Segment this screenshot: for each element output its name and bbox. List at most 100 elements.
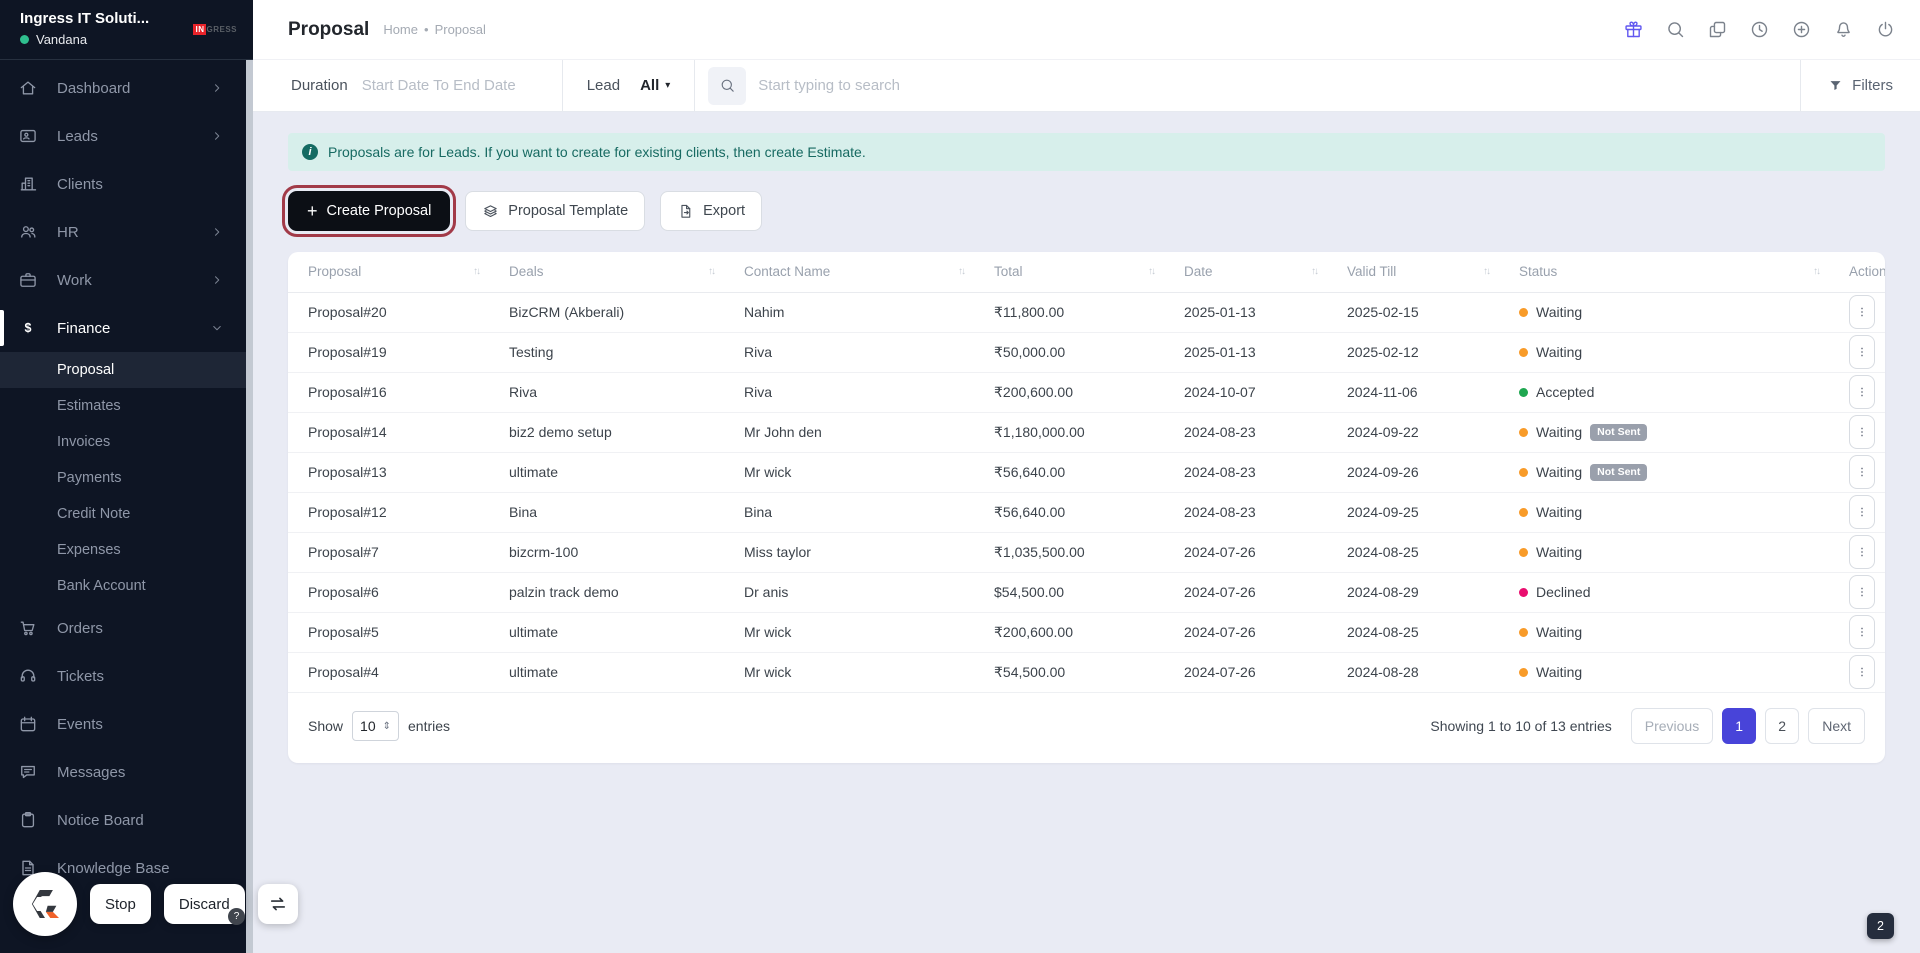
column-header-total[interactable]: Total ↑↓: [978, 252, 1168, 293]
chat-icon: [18, 762, 38, 782]
sidebar-item-dashboard[interactable]: Dashboard: [0, 64, 253, 112]
status-badge: Waiting: [1519, 504, 1819, 520]
sidebar-item-work[interactable]: Work: [0, 256, 253, 304]
previous-page-button[interactable]: Previous: [1630, 708, 1714, 744]
sidebar-item-tickets[interactable]: Tickets: [0, 652, 253, 700]
sort-icon[interactable]: ↑↓: [1483, 266, 1491, 277]
lead-dropdown[interactable]: All ▾: [640, 77, 670, 94]
filters-button[interactable]: Filters: [1800, 60, 1920, 111]
create-proposal-button[interactable]: + Create Proposal: [281, 185, 457, 237]
breadcrumb-home[interactable]: Home: [383, 22, 418, 37]
valid-till-cell: 2024-08-28: [1347, 664, 1419, 681]
swap-button[interactable]: [257, 884, 298, 924]
proposal-link[interactable]: Proposal#5: [308, 624, 379, 640]
sidebar-item-clients[interactable]: Clients: [0, 160, 253, 208]
row-actions-button[interactable]: [1849, 495, 1875, 529]
column-header-contact-name[interactable]: Contact Name ↑↓: [728, 252, 978, 293]
column-header-date[interactable]: Date ↑↓: [1168, 252, 1331, 293]
proposal-template-button[interactable]: Proposal Template: [465, 191, 646, 231]
sidebar-subitem-credit-note[interactable]: Credit Note: [0, 496, 253, 532]
sidebar-subitem-label: Invoices: [57, 434, 111, 450]
proposal-link[interactable]: Proposal#6: [308, 584, 379, 600]
sidebar-subitem-bank-account[interactable]: Bank Account: [0, 568, 253, 604]
contact-name-cell: Dr anis: [728, 572, 978, 613]
column-header-valid-till[interactable]: Valid Till ↑↓: [1331, 252, 1503, 293]
row-actions-button[interactable]: [1849, 535, 1875, 569]
date-cell: 2024-08-23: [1168, 452, 1331, 493]
bizcrm-logo[interactable]: [13, 872, 77, 936]
stop-button[interactable]: Stop: [90, 884, 151, 924]
entries-label: entries: [408, 718, 451, 734]
sidebar-subitem-expenses[interactable]: Expenses: [0, 532, 253, 568]
proposal-link[interactable]: Proposal#19: [308, 344, 387, 360]
bell-icon[interactable]: [1833, 19, 1854, 40]
user-name: Vandana: [36, 32, 88, 47]
row-actions-button[interactable]: [1849, 335, 1875, 369]
page-title: Proposal: [288, 18, 370, 40]
sidebar-item-orders[interactable]: Orders: [0, 604, 253, 652]
duration-range-input[interactable]: [361, 77, 562, 94]
gift-icon[interactable]: [1623, 19, 1644, 40]
proposal-link[interactable]: Proposal#4: [308, 664, 379, 680]
proposal-link[interactable]: Proposal#20: [308, 304, 387, 320]
breadcrumb: Home • Proposal: [383, 22, 486, 37]
sidebar-subitem-estimates[interactable]: Estimates: [0, 388, 253, 424]
sidebar-subitem-proposal[interactable]: Proposal: [0, 352, 253, 388]
column-header-status[interactable]: Status ↑↓: [1503, 252, 1833, 293]
export-button[interactable]: Export: [660, 191, 763, 231]
column-header-proposal[interactable]: Proposal ↑↓: [288, 252, 493, 293]
row-actions-button[interactable]: [1849, 375, 1875, 409]
sort-icon[interactable]: ↑↓: [708, 266, 716, 277]
sidebar-item-notice-board[interactable]: Notice Board: [0, 796, 253, 844]
row-actions-button[interactable]: [1849, 615, 1875, 649]
sidebar-item-leads[interactable]: Leads: [0, 112, 253, 160]
valid-till-cell: 2024-08-25: [1331, 612, 1503, 653]
corner-count-badge[interactable]: 2: [1867, 913, 1894, 939]
page-button-1[interactable]: 1: [1722, 708, 1757, 744]
page-size-select[interactable]: 10 ⇕: [352, 711, 399, 741]
row-actions-button[interactable]: [1849, 295, 1875, 329]
contact-name-cell: Mr John den: [728, 412, 978, 453]
sort-icon[interactable]: ↑↓: [1148, 266, 1156, 277]
sidebar-item-label: Finance: [57, 319, 111, 337]
proposal-link[interactable]: Proposal#13: [308, 464, 387, 480]
column-header-deals[interactable]: Deals ↑↓: [493, 252, 728, 293]
clock-icon[interactable]: [1749, 19, 1770, 40]
table-row: Proposal#19 Testing Riva ₹50,000.00 2025-01-…: [288, 332, 1885, 373]
sidebar-subitem-invoices[interactable]: Invoices: [0, 424, 253, 460]
row-actions-button[interactable]: [1849, 415, 1875, 449]
row-actions-button[interactable]: [1849, 575, 1875, 609]
sidebar-scrollbar[interactable]: [246, 60, 253, 953]
kebab-menu-icon: [1855, 545, 1869, 559]
proposal-link[interactable]: Proposal#7: [308, 544, 379, 560]
help-badge[interactable]: ?: [228, 908, 245, 925]
row-actions-button[interactable]: [1849, 655, 1875, 690]
sidebar-item-events[interactable]: Events: [0, 700, 253, 748]
breadcrumb-current: Proposal: [434, 22, 486, 37]
page-button-2[interactable]: 2: [1765, 708, 1800, 744]
copy-icon[interactable]: [1707, 19, 1728, 40]
clipboard-icon: [18, 810, 38, 830]
sort-icon[interactable]: ↑↓: [473, 266, 481, 277]
search-icon[interactable]: [1665, 19, 1686, 40]
sort-icon[interactable]: ↑↓: [1813, 266, 1821, 277]
proposal-link[interactable]: Proposal#16: [308, 384, 387, 400]
power-icon[interactable]: [1875, 19, 1896, 40]
sidebar-subitem-label: Expenses: [57, 542, 121, 558]
proposal-link[interactable]: Proposal#12: [308, 504, 387, 520]
sidebar-item-finance[interactable]: $ Finance: [0, 304, 253, 352]
total-cell: ₹50,000.00: [978, 332, 1168, 373]
plus-circle-icon[interactable]: [1791, 19, 1812, 40]
total-cell: ₹200,600.00: [978, 612, 1168, 653]
bizcrm-logo-icon: [31, 890, 59, 918]
sidebar-item-hr[interactable]: HR: [0, 208, 253, 256]
search-input[interactable]: [758, 77, 1009, 94]
row-actions-button[interactable]: [1849, 455, 1875, 489]
proposal-link[interactable]: Proposal#14: [308, 424, 387, 440]
sidebar-menu: Dashboard Leads Clients HR Work $ Finance Propo…: [0, 60, 253, 892]
sidebar-subitem-payments[interactable]: Payments: [0, 460, 253, 496]
next-page-button[interactable]: Next: [1808, 708, 1865, 744]
sidebar-item-messages[interactable]: Messages: [0, 748, 253, 796]
sort-icon[interactable]: ↑↓: [958, 266, 966, 277]
sort-icon[interactable]: ↑↓: [1311, 266, 1319, 277]
